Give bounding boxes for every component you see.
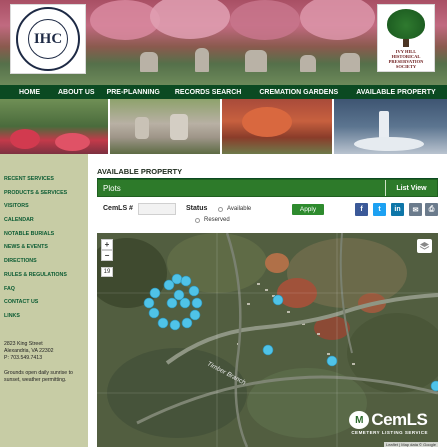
radio-reserved[interactable] [195, 217, 200, 223]
cemls-tagline: CEMETERY LISTING SERVICE [351, 430, 428, 435]
nav-cremation-gardens[interactable]: CREMATION GARDENS [259, 89, 338, 96]
blossom-foliage [150, 0, 230, 39]
zoom-in-button[interactable]: + [101, 239, 113, 250]
photo-azaleas [0, 99, 110, 154]
nav-available-property[interactable]: AVAILABLE PROPERTY [356, 89, 435, 96]
page-title: AVAILABLE PROPERTY [97, 167, 183, 176]
print-icon[interactable]: ⎙ [425, 203, 438, 216]
filter-row: CemLS # Status Available Reserved Apply … [97, 201, 438, 227]
cemls-number-input[interactable] [138, 203, 176, 215]
sidebar: RECENT SERVICES PRODUCTS & SERVICES VISI… [0, 154, 88, 447]
plot-marker[interactable] [166, 297, 178, 309]
status-option-label: Reserved [204, 217, 230, 223]
cemls-wordmark: CemLS [371, 410, 428, 429]
plot-marker[interactable] [180, 275, 192, 287]
cemls-logo: M CemLS CEMETERY LISTING SERVICE [349, 410, 428, 435]
headstone [195, 48, 209, 72]
nav-about-us[interactable]: ABOUT US [58, 89, 95, 96]
plot-marker[interactable] [262, 344, 274, 356]
main-nav: HOME ABOUT US PRE-PLANNING RECORDS SEARC… [0, 85, 447, 99]
plot-marker[interactable] [326, 355, 338, 367]
logo-ring: IHC [16, 7, 80, 71]
email-icon[interactable]: ✉ [409, 203, 422, 216]
hours-text: sunset, weather permitting. [4, 377, 67, 383]
plot-marker[interactable] [181, 317, 193, 329]
cemls-label: CemLS # [103, 205, 133, 212]
status-label: Status [186, 205, 208, 212]
sidebar-item-visitors[interactable]: VISITORS [4, 203, 67, 217]
sidebar-item-news-events[interactable]: NEWS & EVENTS [4, 244, 67, 258]
sidebar-links: RECENT SERVICES PRODUCTS & SERVICES VISI… [4, 176, 67, 327]
plot-marker[interactable] [169, 319, 181, 331]
photo-strip [0, 99, 447, 154]
plot-marker[interactable] [430, 380, 438, 392]
tree-trunk [403, 39, 409, 47]
photo-winter [334, 99, 447, 154]
list-view-button[interactable]: List View [385, 180, 437, 196]
blossom-foliage [300, 0, 375, 40]
society-line: SOCIETY [395, 64, 417, 69]
plot-marker[interactable] [272, 294, 284, 306]
sidebar-item-links[interactable]: LINKS [4, 313, 67, 327]
headstone [245, 50, 267, 72]
nav-home[interactable]: HOME [19, 89, 40, 96]
zoom-level: 19 [101, 267, 113, 277]
zoom-out-button[interactable]: − [101, 250, 113, 261]
linkedin-icon[interactable]: in [391, 203, 404, 216]
sidebar-item-faq[interactable]: FAQ [4, 286, 67, 300]
society-name: IVY HILL HISTORICAL PRESERVATION SOCIETY [389, 49, 424, 69]
nav-records-search[interactable]: RECORDS SEARCH [175, 89, 242, 96]
map-attribution[interactable]: Leaflet | Map data © Google [383, 442, 438, 447]
header-banner: IHC IVY HILL HISTORICAL PRESERVATION SOC… [0, 0, 447, 85]
page: IHC IVY HILL HISTORICAL PRESERVATION SOC… [0, 0, 447, 447]
plots-toolbar: Plots List View [97, 179, 438, 197]
sidebar-item-notable-burials[interactable]: NOTABLE BURIALS [4, 231, 67, 245]
address-line: Alexandria, VA 22302 [4, 348, 54, 354]
hours-text: Grounds open daily sunrise to [4, 370, 73, 376]
cemls-badge-icon: M [349, 411, 370, 429]
sidebar-item-contact-us[interactable]: CONTACT US [4, 299, 67, 313]
main-content: AVAILABLE PROPERTY Plots List View CemLS… [88, 154, 447, 447]
headstone [140, 52, 158, 72]
nav-pre-planning[interactable]: PRE-PLANNING [107, 89, 160, 96]
sidebar-item-products-services[interactable]: PRODUCTS & SERVICES [4, 190, 67, 204]
sidebar-item-rules-regulations[interactable]: RULES & REGULATIONS [4, 272, 67, 286]
status-available-option[interactable]: Available [218, 206, 251, 212]
plots-label: Plots [103, 184, 121, 193]
cemetery-logo[interactable]: IHC [10, 4, 86, 74]
sidebar-item-recent-services[interactable]: RECENT SERVICES [4, 176, 67, 190]
sidebar-item-calendar[interactable]: CALENDAR [4, 217, 67, 231]
headstone [340, 53, 360, 72]
facebook-icon[interactable]: f [355, 203, 368, 216]
twitter-icon[interactable]: t [373, 203, 386, 216]
apply-button[interactable]: Apply [292, 204, 324, 215]
photo-autumn [222, 99, 334, 154]
plot-marker[interactable] [171, 273, 183, 285]
plot-marker[interactable] [149, 287, 161, 299]
logo-initials: IHC [28, 19, 68, 59]
plot-marker[interactable] [179, 297, 191, 309]
preservation-society-logo[interactable]: IVY HILL HISTORICAL PRESERVATION SOCIETY [377, 4, 435, 72]
status-reserved-option[interactable]: Reserved [195, 217, 230, 223]
address-line: 2823 King Street [4, 341, 43, 347]
blossom-foliage [230, 0, 300, 40]
photo-headstones [110, 99, 222, 154]
plots-map[interactable]: + − 19 Timber Branch M CemLS CEMETERY LI… [97, 233, 438, 447]
phone-number: P: 703.549.7413 [4, 355, 43, 361]
sidebar-item-directions[interactable]: DIRECTIONS [4, 258, 67, 272]
radio-available[interactable] [218, 206, 223, 212]
contact-info: 2823 King Street Alexandria, VA 22302 P:… [4, 341, 73, 384]
plot-marker[interactable] [189, 309, 201, 321]
tree-icon [387, 9, 425, 39]
status-option-label: Available [227, 206, 252, 212]
plot-marker[interactable] [157, 317, 169, 329]
layers-icon[interactable] [417, 239, 432, 253]
plot-marker[interactable] [188, 285, 200, 297]
plot-marker[interactable] [191, 297, 203, 309]
plot-marker[interactable] [143, 297, 155, 309]
headstone [300, 55, 316, 72]
plot-marker[interactable] [148, 307, 160, 319]
